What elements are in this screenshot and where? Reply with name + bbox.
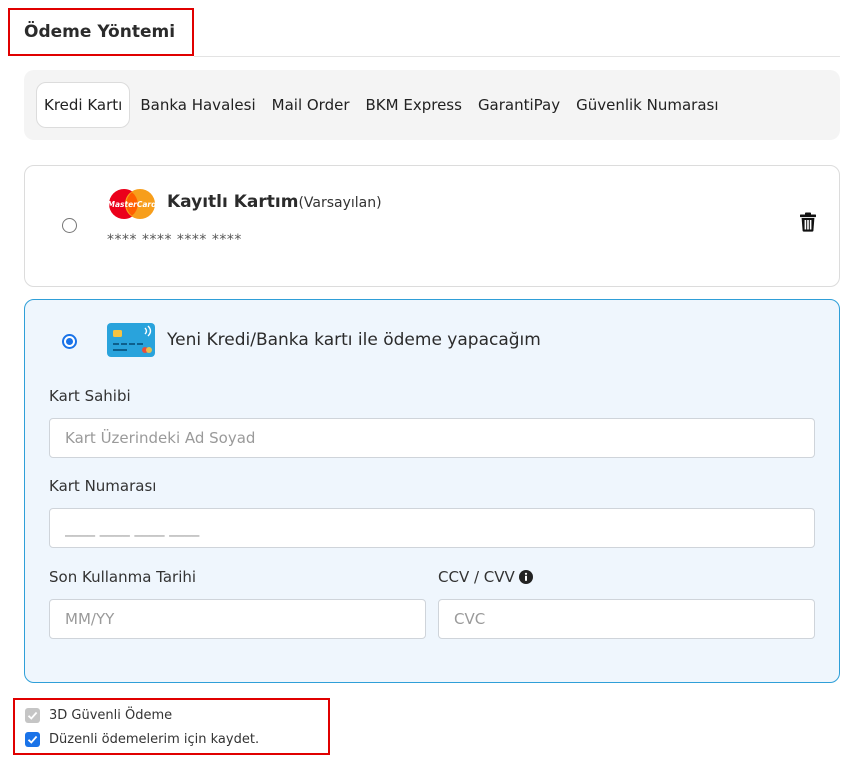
expiry-label: Son Kullanma Tarihi [49, 568, 197, 586]
new-card-option[interactable]: Yeni Kredi/Banka kartı ile ödeme yapacağ… [24, 299, 840, 683]
tab-mail-order[interactable]: Mail Order [264, 82, 358, 128]
masked-card-number: **** **** **** **** [107, 232, 242, 248]
cvv-label-line: CCV / CVV [438, 568, 533, 586]
tab-garantipay[interactable]: GarantiPay [470, 82, 568, 128]
expiry-input[interactable] [49, 599, 426, 639]
save-recurring-label: Düzenli ödemelerim için kaydet. [49, 732, 260, 747]
secure-3d-checkbox [25, 708, 40, 723]
save-recurring-checkbox[interactable] [25, 732, 40, 747]
mastercard-logo-text: MasterCard [108, 200, 158, 209]
tab-guvenlik-numarasi[interactable]: Güvenlik Numarası [568, 82, 726, 128]
saved-card-radio[interactable] [62, 218, 77, 233]
mastercard-logo: MasterCard [108, 189, 158, 219]
secure-3d-option: 3D Güvenli Ödeme [25, 708, 172, 723]
info-icon[interactable] [518, 570, 533, 584]
trash-icon[interactable] [799, 212, 817, 232]
section-title-box: Ödeme Yöntemi [8, 8, 194, 56]
payment-method-tabs: Kredi Kartı Banka Havalesi Mail Order BK… [24, 70, 840, 140]
payment-options-box: 3D Güvenli Ödeme Düzenli ödemelerim için… [13, 698, 330, 755]
saved-card-option[interactable]: MasterCard Kayıtlı Kartım(Varsayılan) **… [24, 165, 840, 287]
tab-kredi-karti[interactable]: Kredi Kartı [36, 82, 131, 128]
card-number-label: Kart Numarası [49, 477, 157, 495]
card-holder-label: Kart Sahibi [49, 387, 131, 405]
new-card-radio[interactable] [62, 334, 77, 349]
card-holder-input[interactable] [49, 418, 815, 458]
cvv-label: CCV / CVV [438, 568, 515, 586]
tab-banka-havalesi[interactable]: Banka Havalesi [132, 82, 263, 128]
save-recurring-option[interactable]: Düzenli ödemelerim için kaydet. [25, 732, 259, 747]
tab-bkm-express[interactable]: BKM Express [358, 82, 470, 128]
credit-card-icon [107, 323, 155, 357]
section-title: Ödeme Yöntemi [24, 22, 176, 42]
secure-3d-label: 3D Güvenli Ödeme [49, 708, 173, 723]
new-card-title: Yeni Kredi/Banka kartı ile ödeme yapacağ… [167, 330, 541, 350]
card-number-input[interactable] [49, 508, 815, 548]
saved-card-title-line: Kayıtlı Kartım(Varsayılan) [167, 192, 382, 212]
saved-card-title: Kayıtlı Kartım [167, 192, 299, 212]
default-label: (Varsayılan) [298, 195, 382, 211]
cvv-input[interactable] [438, 599, 815, 639]
title-divider [194, 56, 840, 57]
